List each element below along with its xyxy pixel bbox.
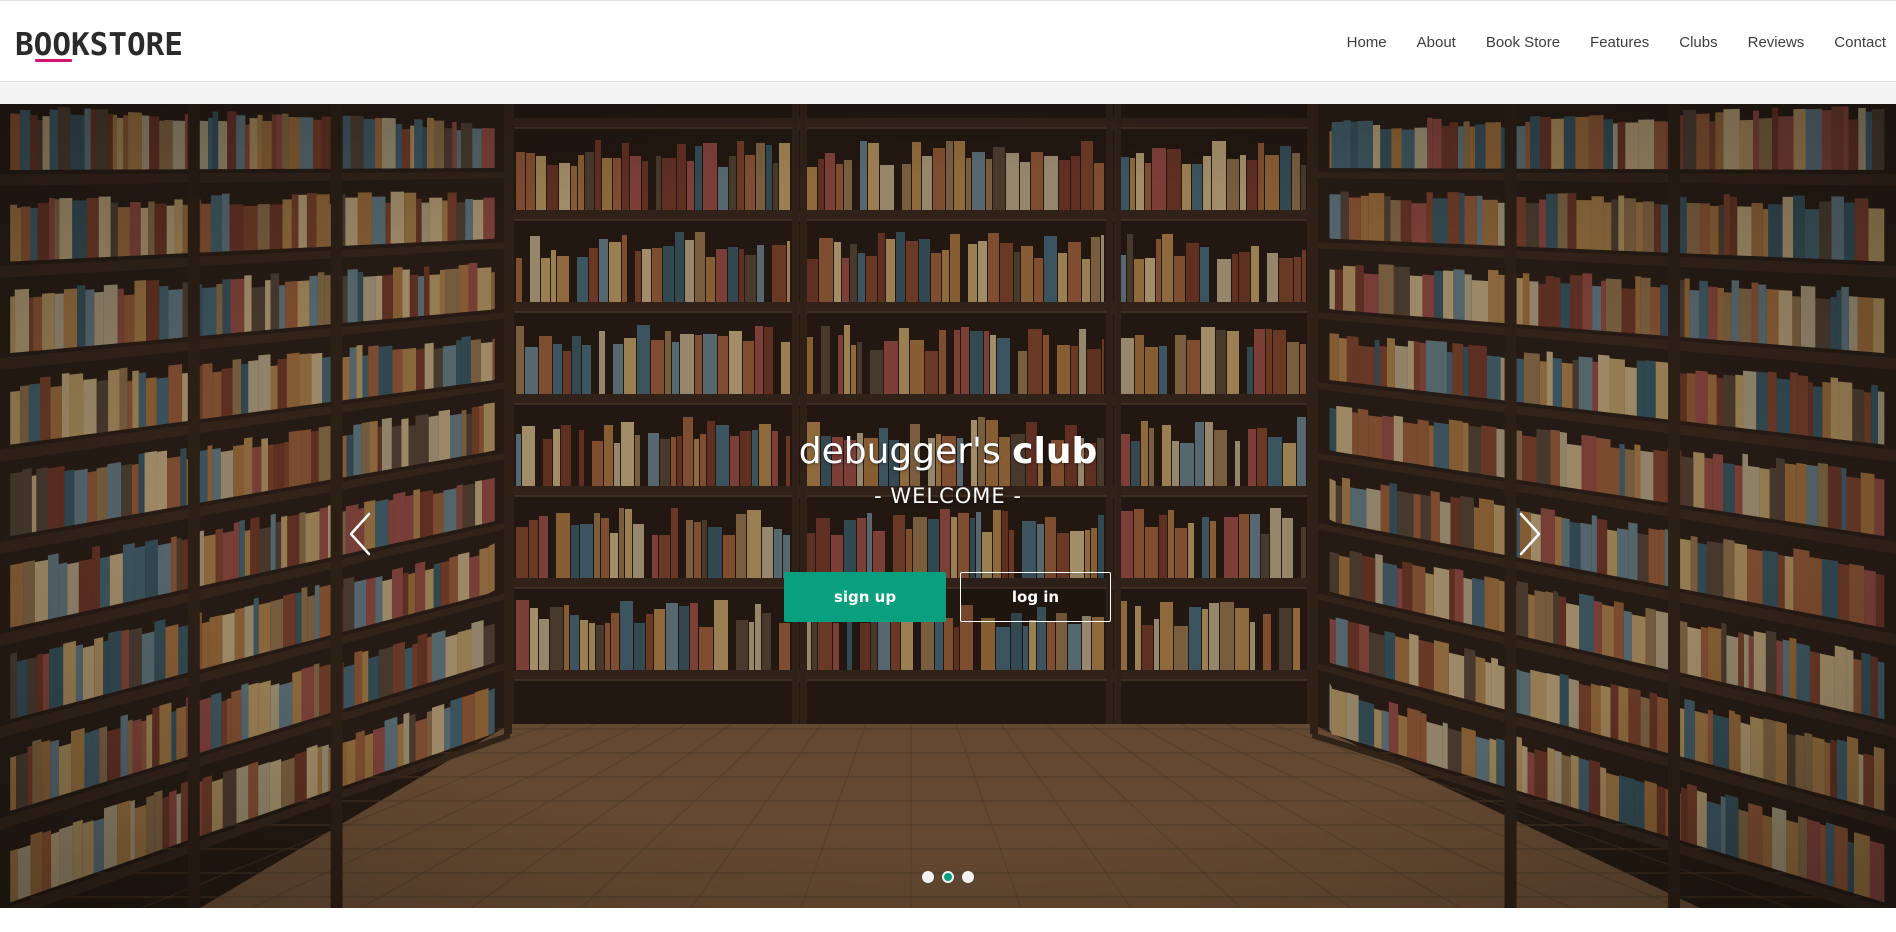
slider-indicators (0, 871, 1896, 883)
log-in-button[interactable]: log in (960, 572, 1111, 622)
nav-about[interactable]: About (1417, 34, 1456, 51)
hero-slider: debugger's club - WELCOME - sign up log … (0, 104, 1896, 908)
chevron-left-icon[interactable] (343, 504, 383, 564)
header-spacer (0, 82, 1896, 104)
site-header: BOOKSTORE Home About Book Store Features… (0, 0, 1896, 82)
slider-dot-2[interactable] (942, 871, 954, 883)
hero-title: debugger's club (0, 430, 1896, 474)
logo-accent-underline (35, 59, 72, 62)
main-nav: Home About Book Store Features Clubs Rev… (1317, 1, 1896, 83)
hero-title-regular: debugger's (798, 431, 1001, 472)
nav-home[interactable]: Home (1347, 34, 1387, 51)
hero-subtitle: - WELCOME - (874, 484, 1022, 508)
page-bottom-band (0, 908, 1896, 932)
nav-reviews[interactable]: Reviews (1748, 34, 1805, 51)
nav-features[interactable]: Features (1590, 34, 1649, 51)
nav-clubs[interactable]: Clubs (1679, 34, 1717, 51)
nav-contact[interactable]: Contact (1834, 34, 1886, 51)
hero-title-bold: club (1012, 431, 1098, 472)
sign-up-button[interactable]: sign up (784, 572, 946, 622)
chevron-right-icon[interactable] (1509, 504, 1549, 564)
nav-book-store[interactable]: Book Store (1486, 34, 1560, 51)
slider-dot-3[interactable] (962, 871, 974, 883)
slider-dot-1[interactable] (922, 871, 934, 883)
